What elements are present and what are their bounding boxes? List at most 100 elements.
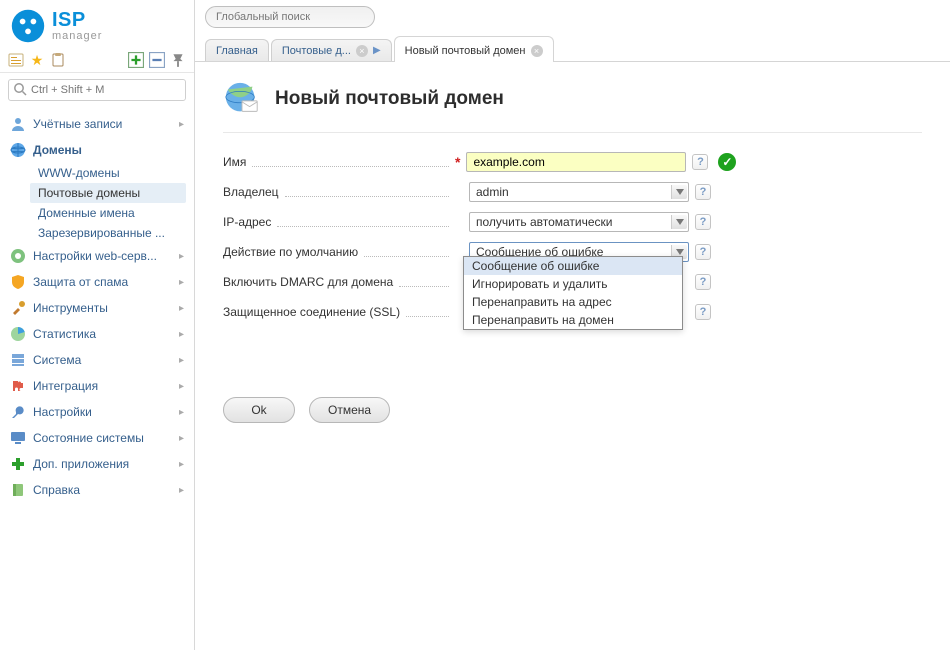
main: Глобальный поиск Главная Почтовые д... ×… <box>195 0 950 650</box>
logo-text-manager: manager <box>52 31 102 42</box>
nav-label: Защита от спама <box>33 275 128 289</box>
puzzle-icon <box>10 378 26 394</box>
nav-domain-names[interactable]: Доменные имена <box>30 203 194 223</box>
logo-text-isp: ISP <box>52 10 102 30</box>
help-icon[interactable]: ? <box>695 214 711 230</box>
sidebar-toolbar: ★ <box>0 48 194 73</box>
help-icon[interactable]: ? <box>695 184 711 200</box>
sidebar-search-input[interactable] <box>8 79 186 101</box>
nav-help[interactable]: Справка ▸ <box>0 477 194 503</box>
chevron-right-icon: ▸ <box>179 485 184 496</box>
sidebar: ISP manager ★ <box>0 0 195 650</box>
nav-statistics[interactable]: Статистика ▸ <box>0 321 194 347</box>
chevron-right-icon: ▸ <box>179 303 184 314</box>
monitor-icon <box>10 430 26 446</box>
tab-new-mail-domain[interactable]: Новый почтовый домен × <box>394 36 554 62</box>
global-search[interactable]: Глобальный поиск <box>205 6 375 28</box>
chevron-right-icon: ▸ <box>179 407 184 418</box>
shield-icon <box>10 274 26 290</box>
dropdown-option[interactable]: Игнорировать и удалить <box>464 275 682 293</box>
chevron-right-icon: ▸ <box>179 381 184 392</box>
nav-label: Учётные записи <box>33 117 122 131</box>
label-owner: Владелец <box>223 185 279 199</box>
close-icon[interactable]: × <box>531 45 543 57</box>
nav-addons[interactable]: Доп. приложения▸ <box>0 451 194 477</box>
book-icon <box>10 482 26 498</box>
topbar: Глобальный поиск <box>195 0 950 28</box>
global-search-placeholder: Глобальный поиск <box>216 11 310 23</box>
label-dmarc: Включить DMARC для домена <box>223 275 393 289</box>
dropdown-option[interactable]: Перенаправить на адрес <box>464 293 682 311</box>
nav-label: Интеграция <box>33 379 98 393</box>
name-input[interactable] <box>466 152 686 172</box>
clipboard-icon[interactable] <box>50 52 66 68</box>
chevron-right-icon: ▶ <box>373 45 381 56</box>
chevron-right-icon: ▸ <box>179 251 184 262</box>
collapse-all-icon[interactable] <box>149 52 165 68</box>
nav-label: Доп. приложения <box>33 457 129 471</box>
content: Новый почтовый домен Имя * ? Владелец <box>195 62 950 441</box>
nav-label: Домены <box>33 143 82 157</box>
label-name: Имя <box>223 155 246 169</box>
nav-www-domains[interactable]: WWW-домены <box>30 163 194 183</box>
search-icon <box>13 82 27 96</box>
help-icon[interactable]: ? <box>692 154 708 170</box>
chevron-down-icon <box>671 185 687 199</box>
sidebar-search <box>8 79 186 101</box>
nav-settings[interactable]: Настройки ▸ <box>0 399 194 425</box>
nav-label: Система <box>33 353 81 367</box>
close-icon[interactable]: × <box>356 45 368 57</box>
chevron-right-icon: ▸ <box>179 433 184 444</box>
favorites-icon[interactable]: ★ <box>29 52 45 68</box>
plus-icon <box>10 456 26 472</box>
help-icon[interactable]: ? <box>695 304 711 320</box>
page-title: Новый почтовый домен <box>275 88 504 110</box>
nav-system[interactable]: Система ▸ <box>0 347 194 373</box>
nav-system-state[interactable]: Состояние системы ▸ <box>0 425 194 451</box>
tab-main[interactable]: Главная <box>205 39 269 61</box>
nav: Учётные записи ▸ Домены WWW-домены Почтов… <box>0 107 194 650</box>
logo[interactable]: ISP manager <box>10 8 184 44</box>
dropdown-option[interactable]: Сообщение об ошибке <box>464 257 682 275</box>
nav-domains[interactable]: Домены <box>0 137 194 163</box>
label-default-action: Действие по умолчанию <box>223 245 358 259</box>
default-action-dropdown: Сообщение об ошибке Игнорировать и удали… <box>463 256 683 330</box>
nav-label: Настройки <box>33 405 92 419</box>
nav-label: Справка <box>33 483 80 497</box>
chevron-right-icon: ▸ <box>179 277 184 288</box>
form-buttons: Ok Отмена <box>223 397 922 423</box>
tools-icon <box>10 300 26 316</box>
nav-antispam[interactable]: Защита от спама ▸ <box>0 269 194 295</box>
chevron-right-icon: ▸ <box>179 355 184 366</box>
nav-mail-domains[interactable]: Почтовые домены <box>30 183 186 203</box>
pin-icon[interactable] <box>170 52 186 68</box>
owner-select[interactable]: admin <box>469 182 689 202</box>
label-ip: IP-адрес <box>223 215 271 229</box>
chevron-right-icon: ▸ <box>179 119 184 130</box>
nav-label: Настройки web-серв... <box>33 249 157 263</box>
ip-select[interactable]: получить автоматически <box>469 212 689 232</box>
properties-icon[interactable] <box>8 52 24 68</box>
nav-reserved[interactable]: Зарезервированные ... <box>30 223 194 243</box>
nav-label: Статистика <box>33 327 96 341</box>
nav-integration[interactable]: Интеграция ▸ <box>0 373 194 399</box>
wrench-icon <box>10 404 26 420</box>
tab-mail-domains[interactable]: Почтовые д... × ▶ <box>271 39 392 61</box>
server-icon <box>10 352 26 368</box>
nav-accounts[interactable]: Учётные записи ▸ <box>0 111 194 137</box>
dropdown-option[interactable]: Перенаправить на домен <box>464 311 682 329</box>
help-icon[interactable]: ? <box>695 244 711 260</box>
chevron-right-icon: ▸ <box>179 329 184 340</box>
nav-tools[interactable]: Инструменты▸ <box>0 295 194 321</box>
help-icon[interactable]: ? <box>695 274 711 290</box>
logo-icon <box>10 8 46 44</box>
nav-web-settings[interactable]: Настройки web-серв... ▸ <box>0 243 194 269</box>
valid-check-icon <box>718 153 736 171</box>
gear-globe-icon <box>10 248 26 264</box>
nav-domains-sub: WWW-домены Почтовые домены Доменные имен… <box>0 163 194 243</box>
expand-all-icon[interactable] <box>128 52 144 68</box>
ok-button[interactable]: Ok <box>223 397 295 423</box>
globe-icon <box>10 142 26 158</box>
cancel-button[interactable]: Отмена <box>309 397 390 423</box>
nav-label: Состояние системы <box>33 431 144 445</box>
